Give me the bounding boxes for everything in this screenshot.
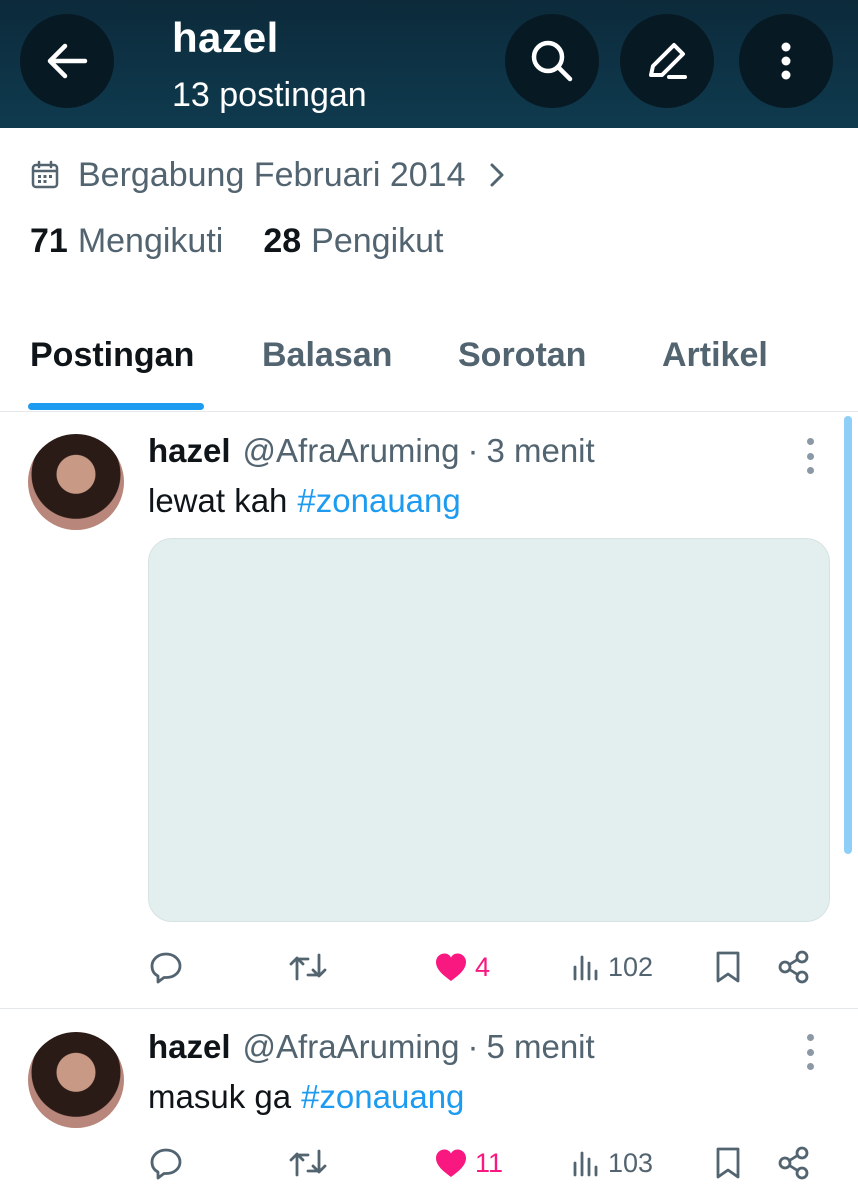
retweet-button[interactable] [288,1138,328,1188]
post-header: hazel @AfraAruming · 3 menit [148,432,595,470]
post-author-name[interactable]: hazel [148,1028,231,1066]
more-options-button[interactable] [739,14,833,108]
bookmark-button[interactable] [712,942,744,992]
scrollbar[interactable] [844,416,852,854]
post-text: lewat kah #zonauang [148,482,461,520]
more-vertical-icon [781,42,791,80]
calendar-icon [31,160,59,189]
reply-icon [150,1148,182,1180]
post-more-icon[interactable] [800,1034,820,1070]
back-button[interactable] [20,14,114,108]
post-author-handle[interactable]: @AfraAruming [243,432,460,470]
separator-dot: · [467,432,479,469]
retweet-button[interactable] [288,942,328,992]
profile-tabs: Postingan Balasan Sorotan Artikel [0,320,858,412]
share-button[interactable] [776,942,812,992]
share-icon [778,950,809,984]
like-button[interactable]: 11 [433,1138,503,1188]
profile-name-title: hazel [172,14,279,61]
heart-icon [436,953,466,981]
views-button[interactable]: 102 [570,942,653,992]
joined-date-text: Bergabung Februari 2014 [78,155,466,194]
views-count: 102 [608,951,654,982]
followers-link[interactable]: 28 Pengikut [263,222,443,261]
post-time[interactable]: 5 menit [486,1028,594,1066]
avatar[interactable] [28,434,124,530]
bookmark-icon [716,1147,740,1179]
bookmark-button[interactable] [712,1138,744,1188]
following-link[interactable]: 71 Mengikuti [30,222,223,261]
retweet-icon [289,953,327,981]
tab-balasan[interactable]: Balasan [262,336,392,375]
tab-artikel[interactable]: Artikel [662,336,768,375]
heart-icon [436,1149,466,1177]
reply-button[interactable] [148,1138,184,1188]
followers-count: 28 [263,222,302,260]
hashtag-link[interactable]: #zonauang [297,482,460,520]
chevron-right-icon [490,163,503,187]
tab-sorotan[interactable]: Sorotan [458,336,586,375]
views-button[interactable]: 103 [570,1138,653,1188]
post-time[interactable]: 3 menit [486,432,594,470]
avatar[interactable] [28,1032,124,1128]
post-actions: 11 103 [148,1138,828,1188]
share-icon [778,1146,809,1180]
post-more-icon[interactable] [800,438,820,474]
follow-stats: 71 Mengikuti 28 Pengikut [30,222,444,261]
post-header: hazel @AfraAruming · 5 menit [148,1028,595,1066]
hashtag-link[interactable]: #zonauang [301,1078,464,1116]
separator-dot: · [467,1028,479,1065]
post-media[interactable] [148,538,830,922]
search-icon [531,40,573,82]
tab-postingan[interactable]: Postingan [30,336,194,375]
post-body: lewat kah [148,482,288,519]
bookmark-icon [716,951,740,983]
like-count: 4 [475,951,491,982]
profile-header: hazel 13 postingan [0,0,858,128]
followers-label: Pengikut [311,222,444,260]
compose-button[interactable] [620,14,714,108]
views-count: 103 [608,1147,654,1178]
like-button[interactable]: 4 [433,942,490,992]
active-tab-indicator [28,403,204,410]
post-count: 13 postingan [172,76,367,114]
views-icon [573,955,598,981]
post-author-name[interactable]: hazel [148,432,231,470]
share-button[interactable] [776,1138,812,1188]
post-text: masuk ga #zonauang [148,1078,464,1116]
following-count: 71 [30,222,68,260]
post-divider [0,1008,858,1009]
retweet-icon [289,1149,327,1177]
compose-icon [649,43,687,79]
search-button[interactable] [505,14,599,108]
like-count: 11 [475,1147,504,1178]
post-actions: 4 102 [148,942,828,992]
reply-icon [150,952,182,984]
views-icon [573,1151,598,1177]
joined-date-row[interactable]: Bergabung Februari 2014 [30,150,506,200]
following-label: Mengikuti [77,222,224,260]
post-author-handle[interactable]: @AfraAruming [243,1028,460,1066]
reply-button[interactable] [148,942,184,992]
back-arrow-icon [47,43,88,79]
post-body: masuk ga [148,1078,292,1115]
